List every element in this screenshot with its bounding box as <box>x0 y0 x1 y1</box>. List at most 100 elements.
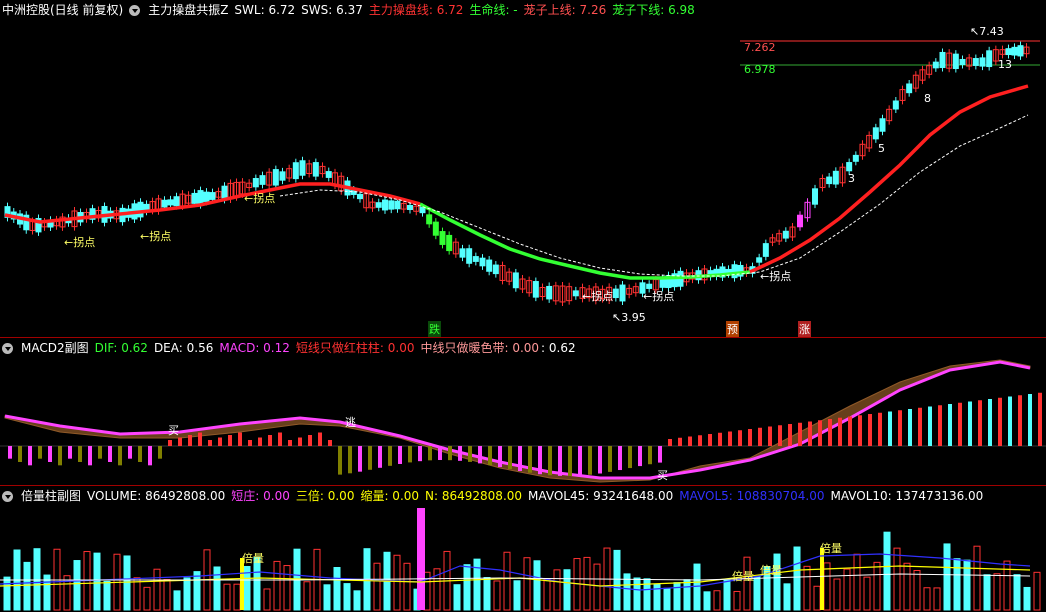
volume-header: 倍量柱副图 VOLUME: 86492808.00 短庄: 0.00 三倍: 0… <box>0 486 983 506</box>
candle-body <box>426 214 433 225</box>
macd-bar <box>208 440 212 446</box>
macd-chart[interactable] <box>0 338 1046 485</box>
duanzhuang-value: 短庄: 0.00 <box>231 489 290 503</box>
candle-body <box>407 204 413 211</box>
candle-body <box>312 162 319 177</box>
macd-bar <box>248 440 252 446</box>
candle-body <box>1011 46 1018 56</box>
dropdown-icon[interactable] <box>2 342 13 354</box>
zhong-value: 中线只做暖色带: 0.00 <box>420 341 540 355</box>
macd-bar <box>88 446 92 466</box>
candle-body <box>782 230 789 239</box>
volume-bar <box>1033 571 1041 611</box>
macd-title[interactable]: MACD2副图 <box>21 338 89 358</box>
macd-bar <box>888 411 892 446</box>
macd-bar <box>78 446 82 462</box>
macd-bar <box>328 440 332 446</box>
macd-bar <box>368 446 372 470</box>
low-price-label: ↖3.95 <box>612 311 646 324</box>
volume-bar <box>453 584 461 611</box>
macd-bar <box>908 409 912 446</box>
candle-body <box>906 83 913 94</box>
macd-bar <box>158 446 162 459</box>
guaidian-2: ←拐点 <box>140 230 172 243</box>
macd-pane[interactable]: MACD2副图 DIF: 0.62 DEA: 0.56 MACD: 0.12 短… <box>0 338 1046 485</box>
volume-bar <box>883 531 891 611</box>
candle-body <box>826 176 833 185</box>
count-5: 5 <box>878 142 885 155</box>
volume-bar <box>473 558 481 611</box>
dropdown-icon[interactable] <box>2 490 13 502</box>
macd-bar <box>618 446 622 471</box>
candle-body <box>439 231 446 245</box>
tao-marker: 逃 <box>345 416 356 429</box>
macd-bar <box>478 446 482 464</box>
volume-bar <box>833 578 841 611</box>
macd-bar <box>608 446 612 472</box>
volume-bar <box>713 590 721 611</box>
volume-bar <box>733 590 741 611</box>
volume-bar <box>133 577 141 611</box>
volume-bar <box>563 569 571 611</box>
macd-bar <box>448 446 452 461</box>
volume-bar <box>673 582 681 611</box>
macd-bar <box>718 432 722 446</box>
mai-marker-1: 买 <box>168 424 179 437</box>
dif-value: DIF: 0.62 <box>94 341 148 355</box>
candle-body <box>191 192 198 204</box>
candle-body <box>292 162 299 180</box>
macd-bar <box>728 431 732 446</box>
candle-body <box>852 154 859 162</box>
candle-body <box>532 281 539 298</box>
dif-line <box>4 360 1031 480</box>
candle-body <box>939 51 946 69</box>
macd-bar <box>118 446 122 466</box>
macd-header: MACD2副图 DIF: 0.62 DEA: 0.56 MACD: 0.12 短… <box>0 338 576 358</box>
volume-bar <box>1013 574 1021 611</box>
dropdown-icon[interactable] <box>129 4 141 16</box>
volume-bar <box>993 573 1001 611</box>
candlestick-chart[interactable] <box>0 0 1046 337</box>
candle-body <box>959 58 966 66</box>
volume-bar <box>853 553 861 611</box>
vol-title[interactable]: 倍量柱副图 <box>21 486 81 506</box>
candle-body <box>272 169 279 186</box>
count-8: 8 <box>924 92 931 105</box>
candle-body <box>512 272 519 289</box>
macd-bar <box>698 435 702 446</box>
volume-bar <box>953 558 961 611</box>
volume-bar <box>373 562 381 611</box>
macd-bar <box>788 424 792 446</box>
volume-pane[interactable]: 倍量柱副图 VOLUME: 86492808.00 短庄: 0.00 三倍: 0… <box>0 486 1046 612</box>
volume-bar <box>983 574 991 611</box>
volume-bar <box>553 569 561 611</box>
macd-bar <box>258 437 262 446</box>
macd-bar <box>818 420 822 446</box>
swl-value: SWL: 6.72 <box>234 3 296 17</box>
volume-bar <box>483 577 491 611</box>
macd-bar <box>438 446 442 461</box>
candle-body <box>161 199 168 208</box>
macd-bar <box>498 446 502 468</box>
upper-line-label: 7.262 <box>744 41 776 54</box>
price-pane[interactable]: 中洲控股(日线 前复权) 主力操盘共振Z SWL: 6.72 SWS: 6.37… <box>0 0 1046 337</box>
count-13: 13 <box>998 58 1012 71</box>
macd-bar <box>378 446 382 468</box>
volume-bar <box>913 569 921 611</box>
candle-body <box>357 193 363 200</box>
candle-body <box>446 234 453 252</box>
macd-bar <box>858 415 862 446</box>
macd-bar <box>128 446 132 459</box>
zhang-marker: 涨 <box>798 321 811 337</box>
stock-title[interactable]: 中洲控股(日线 前复权) <box>2 0 123 20</box>
macd-bar <box>1008 396 1012 446</box>
macd-bar <box>458 446 462 461</box>
mavol10-value: MAVOL10: 137473136.00 <box>830 489 984 503</box>
indicator-name[interactable]: 主力操盘共振Z <box>148 0 228 20</box>
macd-bar <box>188 435 192 446</box>
volume-bar <box>33 548 41 611</box>
candle-body <box>612 288 619 299</box>
macd-bar <box>998 397 1002 446</box>
volume-bar <box>683 579 691 611</box>
volume-bar <box>753 576 761 611</box>
